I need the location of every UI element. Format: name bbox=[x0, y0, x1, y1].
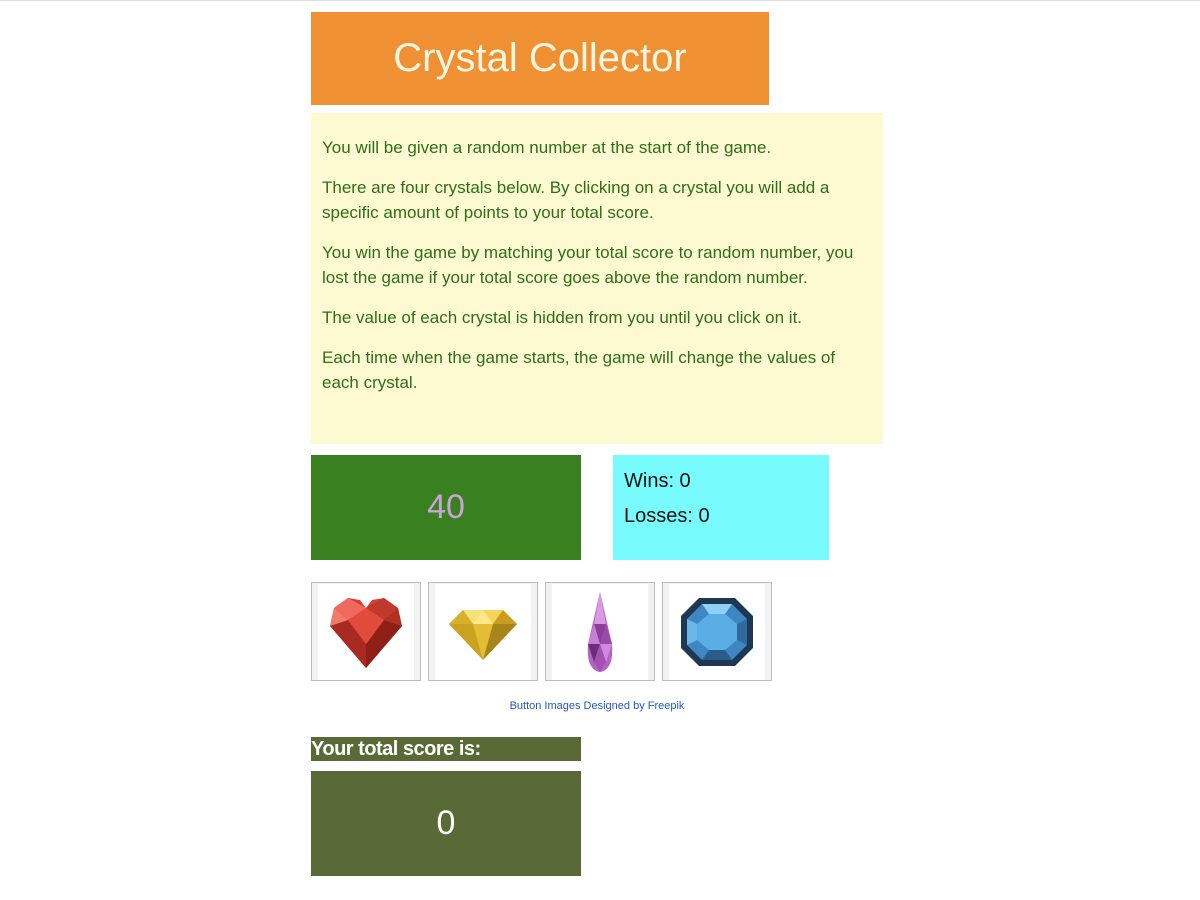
total-score-panel: 0 bbox=[311, 771, 581, 876]
crystal-button-red[interactable] bbox=[311, 582, 421, 681]
crystal-button-yellow[interactable] bbox=[428, 582, 538, 681]
top-border bbox=[0, 0, 1200, 1]
total-score-value: 0 bbox=[436, 804, 456, 842]
stats-panel: Wins: 0 Losses: 0 bbox=[613, 455, 829, 560]
crystal-button-purple[interactable] bbox=[545, 582, 655, 681]
losses-counter: Losses: 0 bbox=[624, 505, 710, 527]
page-title: Crystal Collector bbox=[393, 36, 687, 80]
instruction-text: There are four crystals below. By clicki… bbox=[322, 178, 830, 222]
yellow-diamond-gem-icon bbox=[449, 610, 517, 660]
instruction-text: You will be given a random number at the… bbox=[322, 138, 772, 157]
title-banner: Crystal Collector bbox=[311, 12, 769, 105]
random-number-panel: 40 bbox=[311, 455, 581, 560]
freepik-credit-link[interactable]: Button Images Designed by Freepik bbox=[311, 700, 883, 712]
instruction-text: The value of each crystal is hidden from… bbox=[322, 308, 803, 327]
wins-counter: Wins: 0 bbox=[624, 470, 691, 492]
red-heart-gem-icon bbox=[330, 598, 402, 668]
random-number: 40 bbox=[427, 488, 465, 526]
purple-drop-gem-icon bbox=[587, 592, 613, 672]
crystal-button-blue[interactable] bbox=[662, 582, 772, 681]
instructions-panel: You will be given a random number at the… bbox=[311, 113, 883, 444]
blue-octagon-gem-icon bbox=[681, 598, 753, 666]
total-score-label: Your total score is: bbox=[311, 737, 581, 761]
instruction-text: Each time when the game starts, the game… bbox=[322, 348, 836, 392]
instruction-text: You win the game by matching your total … bbox=[322, 243, 854, 287]
